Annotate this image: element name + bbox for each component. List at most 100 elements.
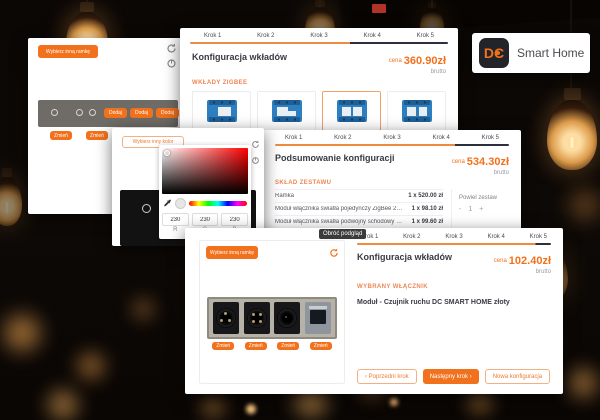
din-module-thumbnail — [335, 99, 369, 123]
step-label[interactable]: Krok 2 — [334, 135, 351, 141]
change-insert-button[interactable]: Zmień — [50, 131, 72, 140]
bokeh-glow — [70, 345, 112, 387]
duplicate-set-panel: Powiel zestaw - 1 + — [451, 189, 509, 228]
dc-monogram: DC — [479, 38, 509, 68]
rotate-preview-icon[interactable] — [166, 43, 177, 54]
light-bulb — [0, 168, 22, 226]
module-card-selected[interactable] — [322, 91, 381, 131]
socket-module — [274, 302, 300, 334]
color-picker-popup: R G B — [159, 145, 251, 239]
bokeh-dot — [390, 398, 398, 406]
rgb-input-b[interactable] — [221, 213, 248, 226]
step-label[interactable]: Krok 5 — [417, 33, 434, 39]
socket-module — [244, 302, 270, 334]
eyedropper-icon[interactable] — [163, 199, 172, 208]
red-sign — [372, 4, 386, 13]
reset-preview-icon[interactable] — [166, 58, 177, 69]
add-insert-button[interactable]: Dodaj — [156, 108, 179, 118]
bokeh-glow — [560, 180, 600, 230]
choose-other-frame-button[interactable]: Wybierz inną ramkę — [38, 45, 98, 58]
step-label[interactable]: Krok 5 — [482, 135, 499, 141]
item-name: Moduł włącznika światła podwójny schodow… — [275, 219, 403, 225]
price-note: brutto — [389, 69, 446, 75]
choose-other-frame-button[interactable]: Wybierz inną ramkę — [206, 246, 258, 259]
reset-preview-icon[interactable] — [251, 156, 260, 165]
change-insert-button[interactable]: Zmień — [277, 342, 299, 350]
qty-value: 1 — [468, 206, 472, 213]
rgb-input-g[interactable] — [192, 213, 219, 226]
next-step-button[interactable]: Następny krok › — [423, 369, 479, 384]
price-label: cena — [452, 159, 465, 165]
brand-name: Smart Home — [517, 33, 584, 73]
price-value: 102.40zł — [509, 255, 551, 267]
bokeh-glow — [40, 382, 86, 420]
page-title: Konfiguracja wkładów — [357, 252, 452, 262]
step-label[interactable]: Krok 3 — [383, 135, 400, 141]
saturation-value-area[interactable] — [162, 148, 248, 194]
inserts-config-window: Obróć podgląd Wybierz inną ramkę — [185, 228, 563, 394]
previous-step-button[interactable]: ‹ Poprzedni krok — [357, 369, 417, 384]
step-label[interactable]: Krok 4 — [487, 234, 504, 240]
switch-touch-point — [142, 204, 151, 213]
selected-module-name: Moduł - Czujnik ruchu DC SMART HOME złot… — [357, 299, 551, 306]
item-name: Ramka — [275, 193, 294, 199]
item-price: 1 x 520.00 zł — [408, 193, 443, 199]
price-note: brutto — [494, 269, 551, 275]
change-insert-button[interactable]: Zmień — [310, 342, 332, 350]
module-card[interactable] — [192, 91, 251, 131]
qty-plus-button[interactable]: + — [479, 206, 483, 213]
section-label: SKŁAD ZESTAWU — [263, 176, 521, 186]
step-label[interactable]: Krok 4 — [432, 135, 449, 141]
step-label[interactable]: Krok 1 — [204, 33, 221, 39]
module-card[interactable] — [257, 91, 316, 131]
module-card-list — [180, 86, 458, 131]
page-title: Podsumowanie konfiguracji — [275, 153, 395, 163]
price-block: cena102.40zł brutto — [494, 252, 551, 275]
switch-panel-preview: Dodaj Dodaj Dodaj — [38, 100, 178, 127]
socket-frame-preview — [207, 297, 337, 339]
bokeh-glow — [126, 292, 160, 326]
section-label: WYBRANY WŁĄCZNIK — [357, 284, 551, 290]
price-block: cena534.30zł brutto — [452, 153, 509, 176]
step-label[interactable]: Krok 2 — [403, 234, 420, 240]
price-block: cena360.90zł brutto — [389, 52, 446, 75]
step-label[interactable]: Krok 3 — [445, 234, 462, 240]
rotate-preview-icon[interactable] — [251, 140, 260, 149]
rgb-input-r[interactable] — [162, 213, 189, 226]
price-label: cena — [494, 258, 507, 264]
wizard-buttons: ‹ Poprzedni krok Następny krok › Nowa ko… — [357, 369, 550, 384]
change-insert-button[interactable]: Zmień — [86, 131, 108, 140]
switch-touch-point — [51, 109, 58, 116]
step-label[interactable]: Krok 2 — [257, 33, 274, 39]
set-items-table: Ramka 1 x 520.00 zł Moduł włącznika świa… — [275, 189, 443, 228]
price-label: cena — [389, 58, 402, 64]
rotate-preview-icon[interactable] — [329, 245, 339, 255]
step-label[interactable]: Krok 3 — [310, 33, 327, 39]
price-value: 360.90zł — [404, 55, 446, 67]
bokeh-glow — [196, 390, 230, 420]
din-module-thumbnail — [400, 99, 434, 123]
sv-handle[interactable] — [164, 150, 170, 156]
logo-dot — [496, 51, 500, 55]
hue-slider[interactable] — [189, 201, 247, 206]
step-label[interactable]: Krok 5 — [530, 234, 547, 240]
add-insert-button[interactable]: Dodaj — [104, 108, 127, 118]
new-configuration-button[interactable]: Nowa konfiguracja — [485, 369, 550, 384]
item-price: 1 x 99.60 zł — [412, 219, 443, 225]
keystone-module — [305, 302, 331, 334]
bokeh-glow — [0, 305, 50, 361]
price-note: brutto — [452, 170, 509, 176]
module-card[interactable] — [387, 91, 446, 131]
change-insert-button[interactable]: Zmień — [245, 342, 267, 350]
step-label[interactable]: Krok 1 — [285, 135, 302, 141]
bokeh-glow — [560, 360, 600, 406]
qty-minus-button[interactable]: - — [459, 206, 461, 213]
change-insert-button[interactable]: Zmień — [212, 342, 234, 350]
duplicate-set-label: Powiel zestaw — [459, 195, 509, 201]
step-label[interactable]: Krok 4 — [363, 33, 380, 39]
brand-logo-card: DC Smart Home — [472, 33, 590, 73]
step-nav: Krok 1 Krok 2 Krok 3 Krok 4 Krok 5 — [180, 28, 458, 39]
item-price: 1 x 98.10 zł — [412, 206, 443, 212]
section-label: WKŁADY ZIGBEE — [180, 75, 458, 86]
add-insert-button[interactable]: Dodaj — [130, 108, 153, 118]
